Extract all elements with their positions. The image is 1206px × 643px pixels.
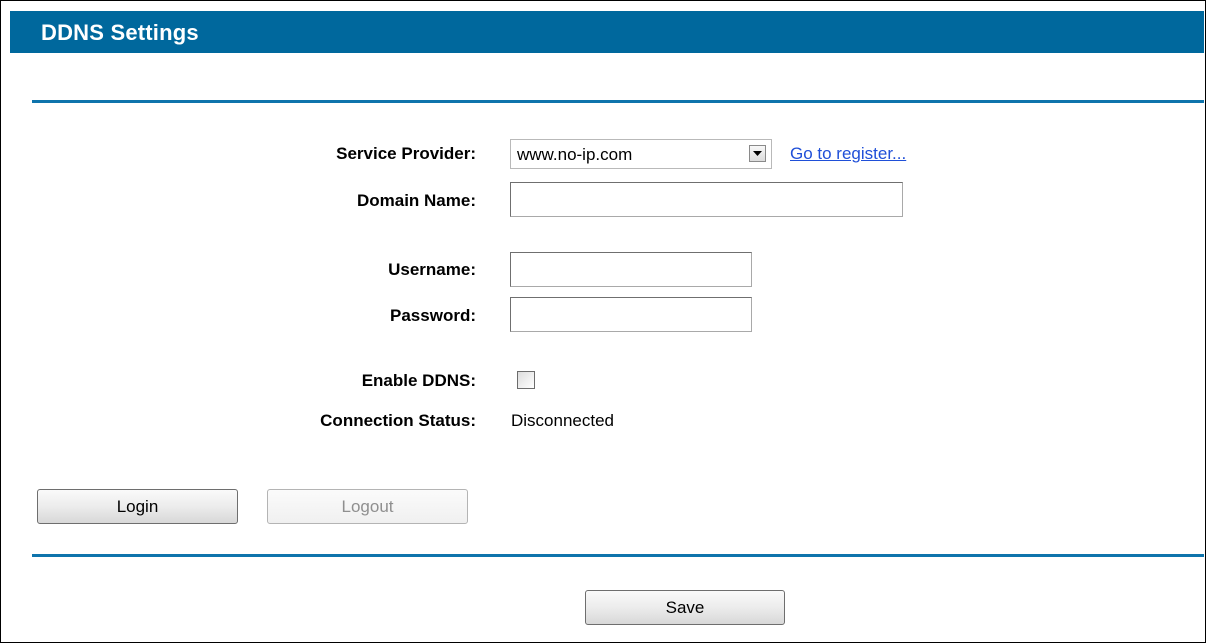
password-label: Password: [390,306,476,325]
service-provider-select[interactable]: www.no-ip.com [510,139,772,169]
top-divider [32,100,1204,103]
bottom-divider [32,554,1204,557]
password-field[interactable] [510,297,752,332]
username-field[interactable] [510,252,752,287]
connection-status-label: Connection Status: [320,411,476,430]
enable-ddns-label: Enable DDNS: [361,371,476,390]
go-to-register-link[interactable]: Go to register... [790,144,906,164]
service-provider-label: Service Provider: [336,144,476,163]
login-button[interactable]: Login [37,489,238,524]
username-label: Username: [388,260,476,279]
page-title: DDNS Settings [41,20,199,45]
domain-name-label: Domain Name: [356,191,476,210]
domain-name-field[interactable] [510,182,903,217]
enable-ddns-checkbox[interactable] [517,371,535,389]
logout-button[interactable]: Logout [267,489,468,524]
page-header: DDNS Settings [10,11,1204,53]
chevron-down-icon[interactable] [749,145,766,162]
service-provider-value: www.no-ip.com [517,145,633,164]
save-button[interactable]: Save [585,590,785,625]
ddns-settings-panel: DDNS Settings Service Provider: www.no-i… [0,0,1206,643]
connection-status-value: Disconnected [511,411,615,430]
